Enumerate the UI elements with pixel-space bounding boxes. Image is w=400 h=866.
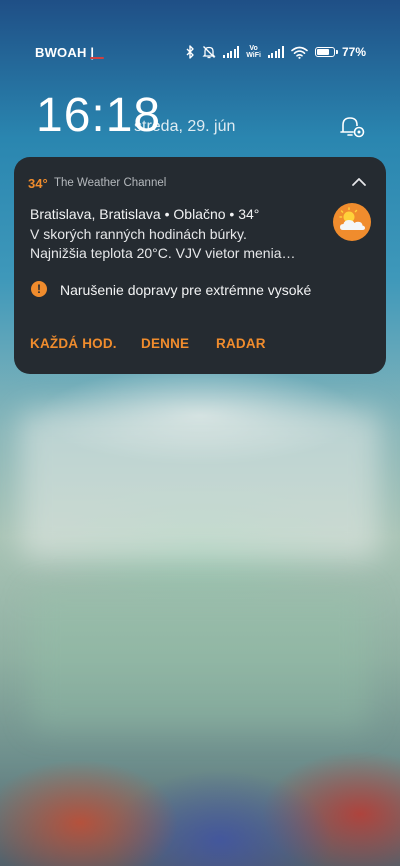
blurred-background-content (20, 410, 380, 560)
alert-icon: ! (31, 281, 47, 297)
notifications-muted-icon (202, 46, 216, 59)
partly-cloudy-icon (333, 203, 371, 241)
notification-title: Bratislava, Bratislava • Oblačno • 34° (30, 206, 260, 222)
carrier-name: BWOAH | (35, 45, 95, 60)
action-radar-button[interactable]: RADAR (216, 336, 266, 351)
action-daily-button[interactable]: DENNE (141, 336, 189, 351)
vowifi-label-bottom: WiFi (246, 52, 261, 59)
bluetooth-icon (186, 45, 194, 59)
status-icons: Vo WiFi 77% (186, 42, 366, 62)
weather-alert-text[interactable]: Narušenie dopravy pre extrémne vysoké (60, 282, 311, 298)
carrier-indicator (90, 57, 104, 59)
battery-percent: 77% (341, 45, 366, 59)
notification-settings-icon[interactable] (339, 113, 367, 139)
chevron-up-icon[interactable] (350, 175, 368, 189)
temperature-badge: 34° (28, 176, 48, 191)
notification-text-line: V skorých ranných hodinách búrky. (30, 226, 247, 242)
weather-notification-card[interactable]: 34° The Weather Channel Bratislava, Brat… (14, 157, 386, 374)
notification-text-line: Najnižšia teplota 20°C. VJV vietor menia… (30, 245, 296, 261)
vowifi-icon: Vo WiFi (246, 45, 261, 59)
battery-icon (314, 47, 338, 57)
action-hourly-button[interactable]: KAŽDÁ HOD. (30, 336, 117, 351)
blurred-background-content (30, 590, 370, 730)
vowifi-label-top: Vo (249, 45, 258, 52)
signal-icon (223, 46, 240, 58)
app-name: The Weather Channel (54, 177, 167, 189)
wifi-icon (291, 46, 308, 59)
lockscreen-date: streda, 29. jún (134, 118, 236, 135)
signal-icon (267, 46, 284, 58)
